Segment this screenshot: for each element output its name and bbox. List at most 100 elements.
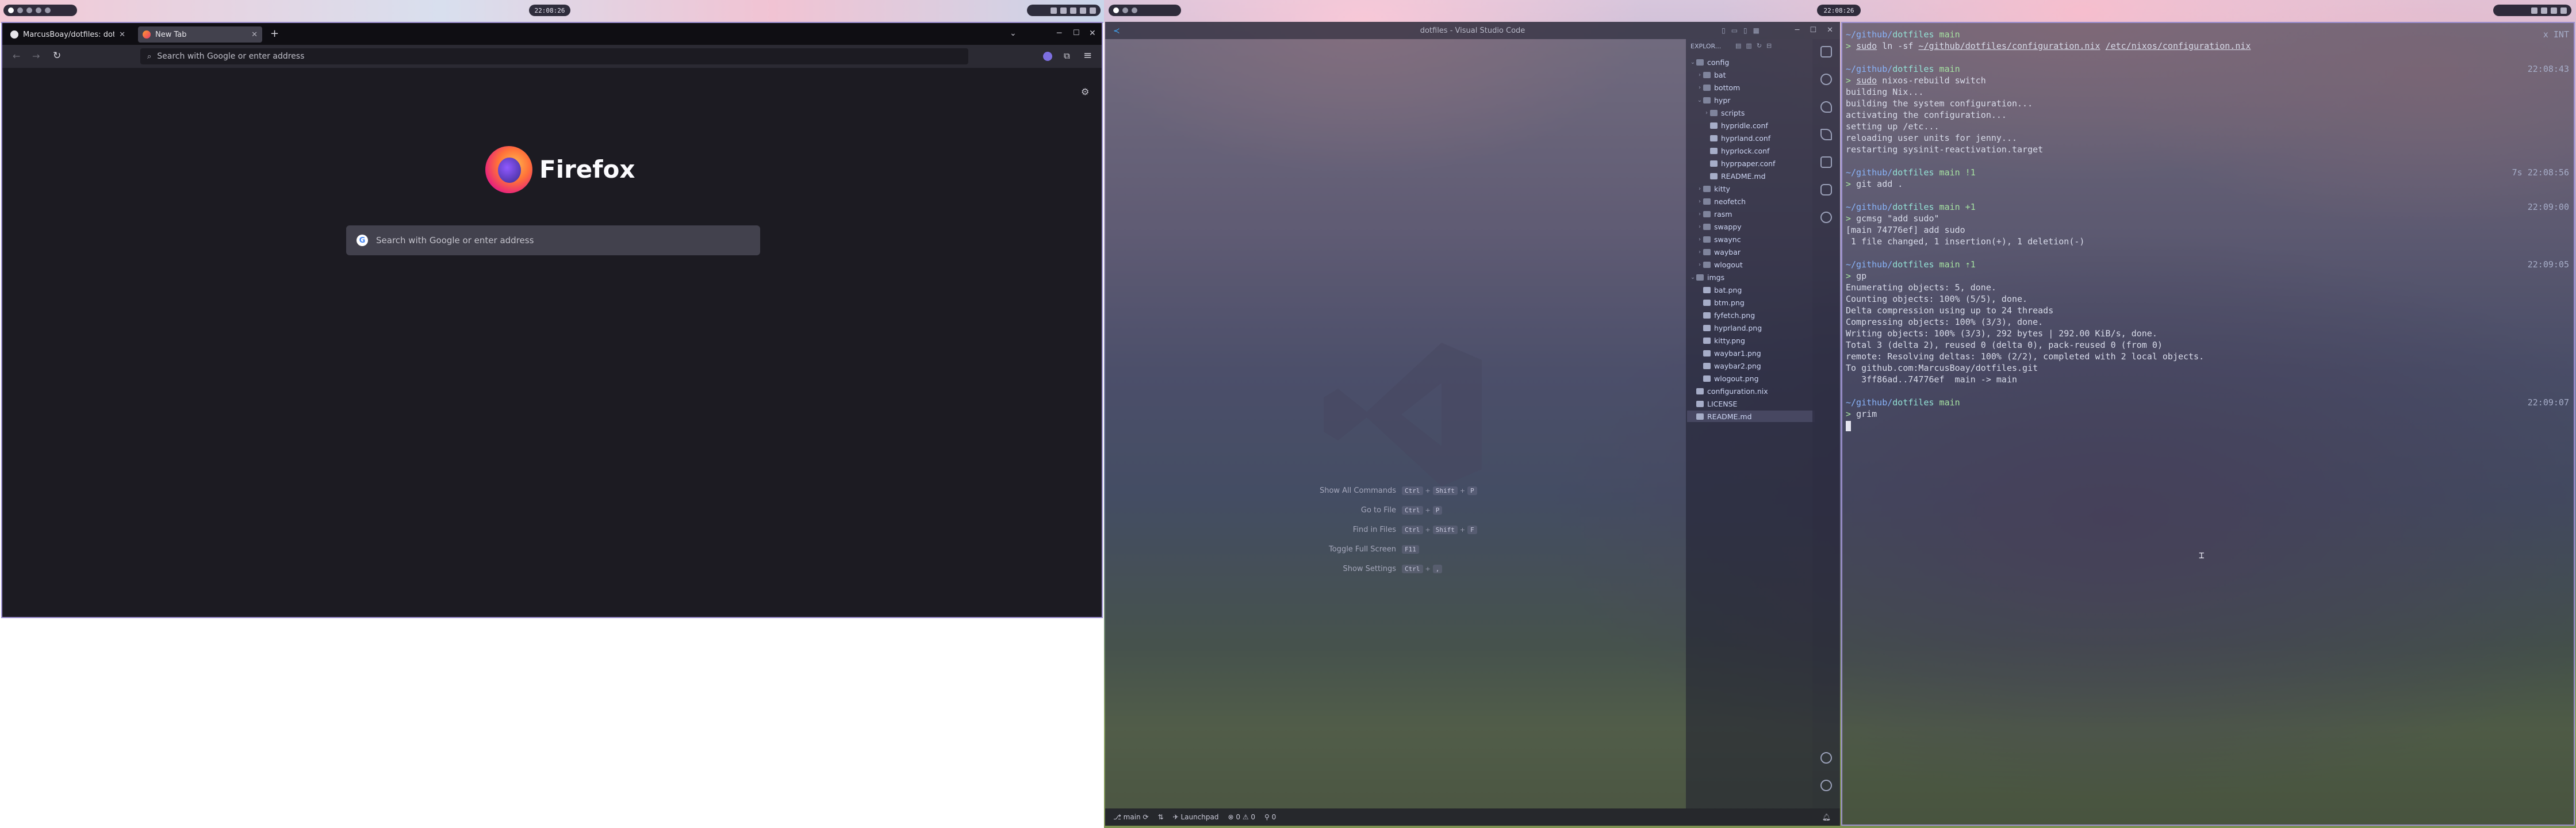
forward-icon[interactable]: → [32,51,40,62]
minimize-icon[interactable]: ─ [1795,26,1800,34]
terminal-text: building the system configuration... [1846,98,2033,109]
tree-file[interactable]: README.md [1687,170,1828,182]
workspace-bar-left [3,5,77,16]
account-icon[interactable] [1043,52,1052,61]
tray-icon[interactable] [2531,7,2537,14]
workspace-dot[interactable] [26,7,32,13]
tab-list-icon[interactable]: ⌄ [1010,29,1017,38]
tree-file[interactable]: LICENSE [1687,398,1815,409]
ports-status[interactable]: ⚲ 0 [1264,813,1276,821]
tree-file[interactable]: kitty.png [1687,335,1822,346]
gitlens-icon[interactable] [1820,212,1832,223]
sync-icon[interactable]: ⇅ [1158,813,1164,821]
tree-file[interactable]: hyprland.conf [1687,132,1828,144]
tab-github[interactable]: MarcusBoay/dotfiles: dot ✕ [6,26,130,43]
tray-icon[interactable] [1051,7,1057,14]
tree-file[interactable]: configuration.nix [1687,385,1815,397]
tree-file[interactable]: wlogout.png [1687,373,1822,384]
terminal-text: gcmsg "add sudo" [1856,213,1939,224]
toggle-panel-icon[interactable]: ▭ [1731,26,1738,34]
collapse-icon[interactable]: ⊟ [1766,42,1772,49]
menu-icon[interactable]: ≡ [1083,49,1092,62]
workspace-dot[interactable] [8,7,14,13]
tree-folder[interactable]: › wlogout [1687,259,1822,270]
close-icon[interactable]: ✕ [251,30,258,39]
tree-folder[interactable]: › rasm [1687,208,1822,220]
new-file-icon[interactable]: ▤ [1735,42,1741,49]
volume-icon[interactable] [1070,7,1076,14]
close-icon[interactable]: ✕ [119,30,125,39]
tree-folder[interactable]: ⌄ imgs [1687,271,1815,283]
workspace-dot[interactable] [45,7,51,13]
folder-icon [1703,185,1711,192]
back-icon[interactable]: ← [13,51,20,62]
tree-folder[interactable]: ⌄ config [1687,56,1815,68]
tree-file[interactable]: waybar1.png [1687,347,1822,359]
tray-icon[interactable] [2541,7,2547,14]
tree-folder[interactable]: › kitty [1687,183,1822,194]
source-control-icon[interactable] [1820,101,1832,113]
command-label: Show Settings [1343,564,1396,573]
volume-icon[interactable] [2551,7,2557,14]
refresh-icon[interactable]: ↻ [1757,42,1762,49]
close-window-icon[interactable]: ✕ [1089,29,1096,38]
tree-file[interactable]: hyprpaper.conf [1687,158,1828,169]
tree-folder[interactable]: › scripts [1687,107,1828,118]
tree-folder[interactable]: ⌄ hypr [1687,94,1822,106]
editor-area[interactable]: Show All Commands Ctrl + Shift + P Go to F… [1105,39,1686,808]
settings-gear-icon[interactable] [1820,780,1832,791]
reload-icon[interactable]: ↻ [53,50,61,62]
tree-file[interactable]: waybar2.png [1687,360,1822,371]
extensions-icon[interactable] [1820,156,1832,168]
tab-new-tab[interactable]: New Tab ✕ [138,26,262,43]
tree-file[interactable]: hypridle.conf [1687,120,1828,131]
minimize-icon[interactable]: ─ [1057,29,1061,38]
explorer-icon[interactable] [1820,46,1832,57]
customize-layout-icon[interactable]: ▦ [1753,26,1759,34]
tray-icon[interactable] [1060,7,1067,14]
tree-file[interactable]: bat.png [1687,284,1822,296]
gear-icon[interactable]: ⚙ [1081,86,1089,97]
tree-file[interactable]: hyprland.png [1687,322,1822,334]
workspace-dot[interactable] [1113,7,1119,13]
branch-status[interactable]: ⎇ main ⟳ [1113,813,1149,821]
run-debug-icon[interactable] [1820,129,1832,140]
tree-folder[interactable]: › swaync [1687,233,1822,245]
account-icon[interactable] [1820,752,1832,764]
notifications-icon[interactable]: 🔔︎ [1822,813,1831,821]
extensions-icon[interactable]: ⧉ [1064,51,1070,61]
toggle-sidebar-icon[interactable]: ▯ [1722,26,1726,34]
new-folder-icon[interactable]: ▥ [1746,42,1751,49]
url-bar[interactable]: ⌕ Search with Google or enter address [140,48,968,64]
tree-folder[interactable]: › swappy [1687,221,1822,232]
remote-explorer-icon[interactable] [1820,184,1832,195]
tree-folder[interactable]: › waybar [1687,246,1822,258]
workspace-dot[interactable] [1122,7,1128,13]
new-tab-button[interactable]: + [270,28,279,40]
file-icon [1710,135,1718,141]
toggle-secondary-icon[interactable]: ▯ [1743,26,1747,34]
search-icon[interactable] [1820,74,1832,85]
clock: 22:08:26 [529,5,570,16]
network-icon[interactable] [2560,7,2567,14]
close-icon[interactable]: ✕ [1827,26,1833,34]
terminal-window[interactable]: ~/github/dotfiles main x INT > sudo ln -sf… [1841,22,2575,826]
power-icon[interactable] [1090,7,1096,14]
problems-status[interactable]: ⊗ 0 ⚠ 0 [1228,813,1256,821]
tree-file[interactable]: fyfetch.png [1687,309,1822,321]
maximize-icon[interactable]: ☐ [1810,26,1816,34]
tree-file[interactable]: hyprlock.conf [1687,145,1828,156]
tree-folder[interactable]: › bat [1687,69,1822,80]
workspace-dot[interactable] [1132,7,1137,13]
tree-file[interactable]: README.md [1687,411,1815,422]
tree-folder[interactable]: › neofetch [1687,195,1822,207]
maximize-icon[interactable]: ☐ [1073,29,1080,37]
tree-folder[interactable]: › bottom [1687,82,1822,93]
network-icon[interactable] [1080,7,1086,14]
workspace-dot[interactable] [17,7,23,13]
tree-file[interactable]: btm.png [1687,297,1822,308]
launchpad-status[interactable]: ✈ Launchpad [1173,813,1219,821]
workspace-dot[interactable] [36,7,41,13]
search-box[interactable]: G Search with Google or enter address [346,225,760,255]
terminal-line: > sudo nixos-rebuild switch [1846,75,2569,86]
